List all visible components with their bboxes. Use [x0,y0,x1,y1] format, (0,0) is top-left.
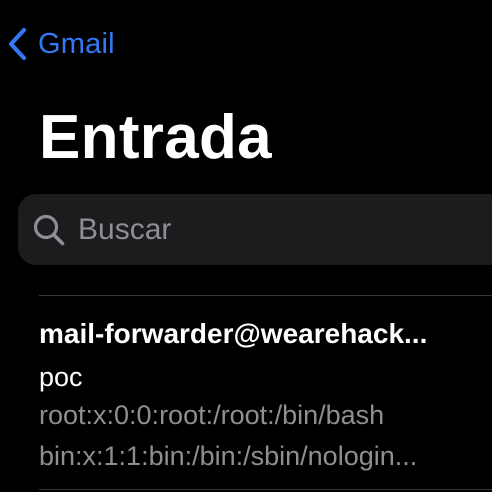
mail-sender: mail-forwarder@wearehack... [39,318,428,349]
search-bar[interactable] [18,194,492,265]
mail-list-item[interactable]: mail-forwarder@wearehack... poc root:x:0… [0,296,492,489]
chevron-left-icon [4,24,30,64]
mail-preview-line: bin:x:1:1:bin:/bin:/sbin/nologin... [39,441,418,471]
magnifier-icon [32,213,66,247]
back-button-label: Gmail [38,27,115,60]
list-divider [39,489,492,490]
search-input[interactable] [66,199,492,260]
mail-preview-line: root:x:0:0:root:/root:/bin/bash [39,400,385,430]
page-title: Entrada [39,103,272,172]
mail-inbox-screen: Gmail Entrada mail-forwarder@wearehack..… [0,0,492,492]
mail-subject: poc [39,362,83,392]
back-button[interactable]: Gmail [4,24,115,64]
